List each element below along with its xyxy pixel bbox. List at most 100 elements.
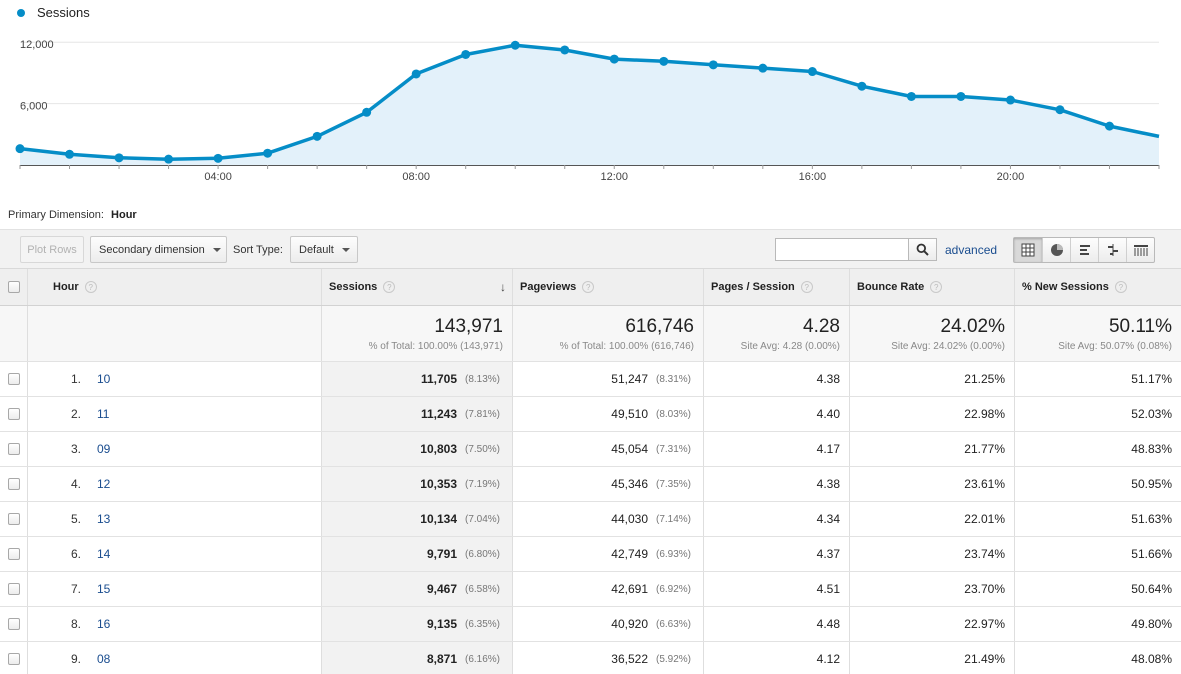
pie-view-button[interactable] bbox=[1042, 238, 1070, 262]
sessions-series[interactable] bbox=[15, 40, 1160, 166]
row-sessions-cell: 11,705 (8.13%) bbox=[321, 362, 512, 396]
help-icon[interactable]: ? bbox=[383, 281, 396, 293]
row-bounce-cell: 21.49% bbox=[849, 642, 1014, 674]
row-sessions-pct: (8.13%) bbox=[465, 373, 501, 385]
row-checkbox[interactable] bbox=[7, 443, 20, 455]
row-checkbox[interactable] bbox=[7, 408, 20, 420]
total-pageviews-sub: % of Total: 100.00% (616,746) bbox=[559, 340, 694, 352]
table-row-5: 5. 13 10,134 (7.04%) 44,030 (7.14%) 4.34… bbox=[0, 502, 1181, 537]
pivot-view-button[interactable] bbox=[1126, 238, 1154, 262]
comparison-view-button[interactable] bbox=[1098, 238, 1126, 262]
help-icon[interactable]: ? bbox=[1114, 281, 1127, 293]
row-checkbox[interactable] bbox=[7, 618, 20, 630]
header-pages-per-session[interactable]: Pages / Session ? bbox=[703, 269, 849, 305]
row-pages-per-session: 4.38 bbox=[816, 477, 840, 491]
row-rank: 4. bbox=[71, 477, 82, 491]
data-point-hour-16[interactable] bbox=[807, 67, 817, 77]
data-point-hour-21[interactable] bbox=[1055, 105, 1065, 115]
row-checkbox[interactable] bbox=[7, 583, 20, 595]
data-point-hour-17[interactable] bbox=[857, 81, 867, 91]
row-hour-cell: 6. 14 bbox=[27, 537, 321, 571]
row-hour-link[interactable]: 11 bbox=[97, 407, 109, 421]
search-button[interactable] bbox=[908, 238, 937, 261]
plot-rows-button[interactable]: Plot Rows bbox=[20, 236, 84, 263]
row-pageviews-cell: 44,030 (7.14%) bbox=[512, 502, 703, 536]
header-pageviews[interactable]: Pageviews ? bbox=[512, 269, 703, 305]
row-new-cell: 52.03% bbox=[1014, 397, 1181, 431]
row-hour-link[interactable]: 13 bbox=[97, 512, 110, 526]
data-point-hour-9[interactable] bbox=[461, 49, 471, 59]
header-hour[interactable]: Hour ? bbox=[27, 269, 321, 305]
data-point-hour-7[interactable] bbox=[362, 107, 372, 117]
row-sessions-cell: 9,467 (6.58%) bbox=[321, 572, 512, 606]
header-bounce-rate-label: Bounce Rate bbox=[857, 281, 925, 293]
row-hour-link[interactable]: 14 bbox=[97, 547, 110, 561]
select-all-checkbox[interactable] bbox=[7, 281, 20, 293]
row-pages-per-session: 4.48 bbox=[816, 617, 840, 631]
data-point-hour-4[interactable] bbox=[213, 153, 223, 163]
row-checkbox[interactable] bbox=[7, 653, 20, 665]
total-sessions-value: 143,971 bbox=[434, 315, 503, 337]
row-new-sessions: 49.80% bbox=[1131, 617, 1172, 631]
row-new-cell: 49.80% bbox=[1014, 607, 1181, 641]
row-hour-link[interactable]: 12 bbox=[97, 477, 110, 491]
row-checkbox[interactable] bbox=[7, 548, 20, 560]
sort-type-dropdown[interactable]: Default bbox=[290, 236, 358, 263]
performance-view-button[interactable] bbox=[1070, 238, 1098, 262]
primary-dimension-label: Primary Dimension: bbox=[8, 209, 104, 221]
row-sessions: 11,705 bbox=[420, 372, 457, 386]
row-pages-per-session: 4.34 bbox=[816, 512, 840, 526]
data-point-hour-10[interactable] bbox=[510, 40, 520, 50]
help-icon[interactable]: ? bbox=[84, 281, 97, 293]
table-search-input[interactable] bbox=[775, 238, 909, 261]
data-point-hour-1[interactable] bbox=[65, 149, 75, 159]
row-check-cell bbox=[0, 572, 27, 606]
secondary-dimension-dropdown[interactable]: Secondary dimension bbox=[90, 236, 227, 263]
data-point-hour-18[interactable] bbox=[906, 91, 916, 101]
row-hour-link[interactable]: 09 bbox=[97, 442, 110, 456]
table-view-button[interactable] bbox=[1014, 238, 1042, 262]
data-point-hour-6[interactable] bbox=[312, 131, 322, 141]
data-point-hour-2[interactable] bbox=[114, 153, 124, 163]
data-point-hour-3[interactable] bbox=[164, 154, 174, 164]
help-icon[interactable]: ? bbox=[582, 281, 595, 293]
row-rank: 7. bbox=[71, 582, 82, 596]
data-point-hour-11[interactable] bbox=[560, 45, 570, 55]
help-icon[interactable]: ? bbox=[800, 281, 813, 293]
help-icon[interactable]: ? bbox=[930, 281, 943, 293]
primary-dimension: Primary Dimension: Hour bbox=[8, 209, 137, 221]
total-new-sub: Site Avg: 50.07% (0.08%) bbox=[1058, 340, 1172, 352]
row-pageviews-pct: (8.03%) bbox=[656, 408, 692, 420]
row-sessions: 11,243 bbox=[420, 407, 457, 421]
header-sessions[interactable]: Sessions ? ↓ bbox=[321, 269, 512, 305]
header-bounce-rate[interactable]: Bounce Rate ? bbox=[849, 269, 1014, 305]
data-point-hour-13[interactable] bbox=[659, 56, 669, 66]
total-bounce-value: 24.02% bbox=[940, 315, 1005, 337]
row-sessions-cell: 10,803 (7.50%) bbox=[321, 432, 512, 466]
row-hour-link[interactable]: 10 bbox=[97, 372, 110, 386]
row-checkbox[interactable] bbox=[7, 478, 20, 490]
row-checkbox[interactable] bbox=[7, 373, 20, 385]
row-checkbox[interactable] bbox=[7, 513, 20, 525]
row-new-sessions: 51.17% bbox=[1131, 372, 1172, 386]
pie-view-icon bbox=[1050, 244, 1063, 256]
row-pageviews-pct: (7.14%) bbox=[656, 513, 692, 525]
header-new-sessions[interactable]: % New Sessions ? bbox=[1014, 269, 1181, 305]
row-pageviews-pct: (6.93%) bbox=[656, 548, 692, 560]
data-point-hour-14[interactable] bbox=[708, 60, 718, 70]
row-hour-link[interactable]: 16 bbox=[97, 617, 110, 631]
row-hour-link[interactable]: 15 bbox=[97, 582, 110, 596]
data-point-hour-0[interactable] bbox=[15, 144, 25, 154]
data-point-hour-12[interactable] bbox=[609, 54, 619, 64]
data-point-hour-15[interactable] bbox=[758, 63, 768, 73]
data-point-hour-19[interactable] bbox=[956, 91, 966, 101]
data-point-hour-8[interactable] bbox=[411, 69, 421, 79]
row-sessions-pct: (7.81%) bbox=[465, 408, 501, 420]
row-rank: 3. bbox=[71, 442, 82, 456]
total-bounce-sub: Site Avg: 24.02% (0.00%) bbox=[891, 340, 1005, 352]
advanced-filter-link[interactable]: advanced bbox=[945, 243, 997, 257]
data-point-hour-5[interactable] bbox=[263, 148, 273, 158]
row-hour-link[interactable]: 08 bbox=[97, 652, 110, 666]
data-point-hour-20[interactable] bbox=[1005, 95, 1015, 105]
data-point-hour-22[interactable] bbox=[1104, 121, 1114, 131]
